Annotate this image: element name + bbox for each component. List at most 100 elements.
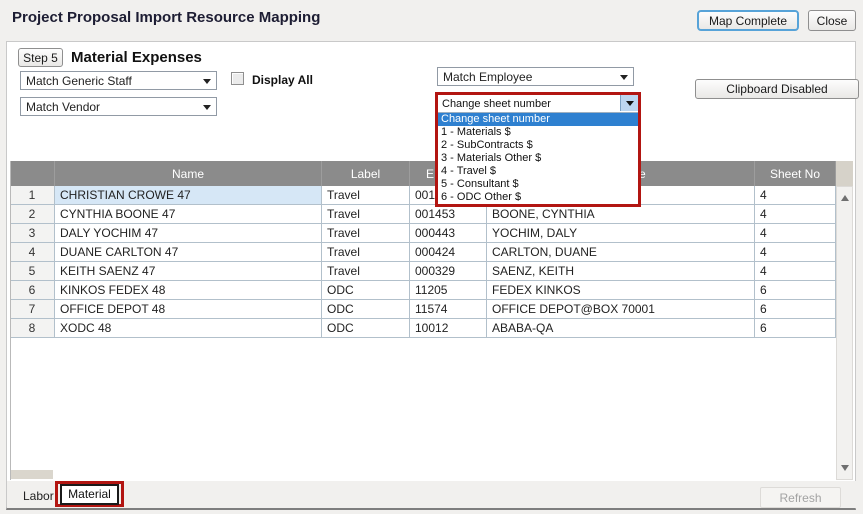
row-number-cell[interactable]: 1	[10, 186, 55, 205]
emp-id-cell[interactable]: 001453	[410, 205, 487, 224]
change-sheet-number-dropdown[interactable]: Change sheet number	[438, 95, 638, 113]
column-header-label[interactable]: Label	[322, 161, 410, 186]
bottom-bar	[7, 481, 856, 508]
mapped-name-cell[interactable]: YOCHIM, DALY	[487, 224, 755, 243]
mapped-name-cell[interactable]: ABABA-QA	[487, 319, 755, 338]
label-cell[interactable]: Travel	[322, 224, 410, 243]
name-cell[interactable]: XODC 48	[55, 319, 322, 338]
name-cell[interactable]: KINKOS FEDEX 48	[55, 281, 322, 300]
scroll-up-icon[interactable]	[841, 195, 849, 201]
sheet-option[interactable]: 2 - SubContracts $	[438, 139, 638, 152]
sheet-option[interactable]: 1 - Materials $	[438, 126, 638, 139]
row-number-cell[interactable]: 5	[10, 262, 55, 281]
name-cell[interactable]: CYNTHIA BOONE 47	[55, 205, 322, 224]
mapped-name-cell[interactable]: OFFICE DEPOT@BOX 70001	[487, 300, 755, 319]
column-header-row-number[interactable]	[10, 161, 55, 186]
table-row: 2CYNTHIA BOONE 47Travel001453BOONE, CYNT…	[10, 205, 853, 224]
vertical-scrollbar[interactable]	[836, 186, 853, 480]
clipboard-disabled-button[interactable]: Clipboard Disabled	[695, 79, 859, 99]
row-number-cell[interactable]: 2	[10, 205, 55, 224]
scroll-down-icon[interactable]	[841, 465, 849, 471]
sheet-no-cell[interactable]: 6	[755, 281, 836, 300]
close-button[interactable]: Close	[808, 10, 856, 31]
sheet-option[interactable]: 3 - Materials Other $	[438, 152, 638, 165]
display-all-label: Display All	[252, 73, 313, 87]
resource-mapping-grid: Name Label E e Sheet No 1CHRISTIAN CROWE…	[10, 161, 853, 480]
match-employee-dropdown[interactable]: Match Employee	[437, 67, 634, 86]
page-title: Project Proposal Import Resource Mapping	[12, 9, 320, 26]
table-row: 3DALY YOCHIM 47Travel000443YOCHIM, DALY4	[10, 224, 853, 243]
row-number-cell[interactable]: 8	[10, 319, 55, 338]
emp-id-cell[interactable]: 000424	[410, 243, 487, 262]
label-cell[interactable]: ODC	[322, 319, 410, 338]
tab-labor[interactable]: Labor	[23, 489, 54, 503]
mapped-name-cell[interactable]: SAENZ, KEITH	[487, 262, 755, 281]
sheet-option[interactable]: 5 - Consultant $	[438, 178, 638, 191]
dropdown-arrow-button[interactable]	[620, 95, 638, 111]
sheet-option[interactable]: Change sheet number	[438, 113, 638, 126]
name-cell[interactable]: DUANE CARLTON 47	[55, 243, 322, 262]
emp-id-cell[interactable]: 000443	[410, 224, 487, 243]
label-cell[interactable]: Travel	[322, 205, 410, 224]
label-cell[interactable]: Travel	[322, 243, 410, 262]
match-generic-staff-dropdown[interactable]: Match Generic Staff	[20, 71, 217, 90]
sheet-option[interactable]: 6 - ODC Other $	[438, 191, 638, 204]
label-cell[interactable]: ODC	[322, 300, 410, 319]
grid-body: 1CHRISTIAN CROWE 47Travel001742CYNTHIA B…	[10, 186, 853, 338]
name-cell[interactable]: CHRISTIAN CROWE 47	[55, 186, 322, 205]
match-vendor-dropdown[interactable]: Match Vendor	[20, 97, 217, 116]
emp-id-cell[interactable]: 11205	[410, 281, 487, 300]
sheet-number-dropdown-annotation-box: Change sheet number Change sheet number1…	[435, 92, 641, 207]
grid-scrollbar-corner	[836, 161, 853, 186]
emp-id-cell[interactable]: 10012	[410, 319, 487, 338]
label-cell[interactable]: Travel	[322, 262, 410, 281]
import-resource-mapping-window: Project Proposal Import Resource Mapping…	[0, 0, 863, 514]
name-cell[interactable]: DALY YOCHIM 47	[55, 224, 322, 243]
sheet-no-cell[interactable]: 4	[755, 262, 836, 281]
mapped-name-cell[interactable]: FEDEX KINKOS	[487, 281, 755, 300]
table-row: 4DUANE CARLTON 47Travel000424CARLTON, DU…	[10, 243, 853, 262]
material-tab-annotation-box: Material	[55, 481, 124, 507]
row-number-cell[interactable]: 7	[10, 300, 55, 319]
column-header-name[interactable]: Name	[55, 161, 322, 186]
label-cell[interactable]: ODC	[322, 281, 410, 300]
step5-badge: Step 5	[18, 48, 63, 67]
row-number-cell[interactable]: 4	[10, 243, 55, 262]
chevron-down-icon	[203, 79, 211, 84]
map-complete-button[interactable]: Map Complete	[697, 10, 799, 31]
grid-header-row: Name Label E e Sheet No	[10, 161, 853, 186]
row-number-cell[interactable]: 6	[10, 281, 55, 300]
section-title: Material Expenses	[71, 49, 202, 66]
display-all-checkbox[interactable]	[231, 72, 244, 85]
change-sheet-number-value: Change sheet number	[442, 98, 551, 110]
chevron-down-icon	[620, 75, 628, 80]
row-number-cell[interactable]: 3	[10, 224, 55, 243]
emp-id-cell[interactable]: 11574	[410, 300, 487, 319]
sheet-no-cell[interactable]: 4	[755, 205, 836, 224]
match-employee-value: Match Employee	[443, 70, 532, 84]
name-cell[interactable]: KEITH SAENZ 47	[55, 262, 322, 281]
sheet-no-cell[interactable]: 4	[755, 186, 836, 205]
table-row: 5KEITH SAENZ 47Travel000329SAENZ, KEITH4	[10, 262, 853, 281]
label-cell[interactable]: Travel	[322, 186, 410, 205]
table-row: 8XODC 48ODC10012ABABA-QA6	[10, 319, 853, 338]
chevron-down-icon	[203, 105, 211, 110]
mapped-name-cell[interactable]: CARLTON, DUANE	[487, 243, 755, 262]
grid-bottom-corner	[11, 470, 53, 479]
sheet-no-cell[interactable]: 4	[755, 224, 836, 243]
mapped-name-cell[interactable]: BOONE, CYNTHIA	[487, 205, 755, 224]
chevron-down-icon	[626, 101, 634, 106]
column-header-sheet-no[interactable]: Sheet No	[755, 161, 836, 186]
match-generic-staff-value: Match Generic Staff	[26, 74, 132, 88]
sheet-option[interactable]: 4 - Travel $	[438, 165, 638, 178]
table-row: 6KINKOS FEDEX 48ODC11205FEDEX KINKOS6	[10, 281, 853, 300]
grid-left-border	[10, 161, 11, 480]
tab-material[interactable]: Material	[60, 484, 119, 505]
table-row: 7OFFICE DEPOT 48ODC11574OFFICE DEPOT@BOX…	[10, 300, 853, 319]
sheet-no-cell[interactable]: 6	[755, 319, 836, 338]
sheet-no-cell[interactable]: 4	[755, 243, 836, 262]
name-cell[interactable]: OFFICE DEPOT 48	[55, 300, 322, 319]
refresh-button[interactable]: Refresh	[760, 487, 841, 508]
sheet-no-cell[interactable]: 6	[755, 300, 836, 319]
emp-id-cell[interactable]: 000329	[410, 262, 487, 281]
